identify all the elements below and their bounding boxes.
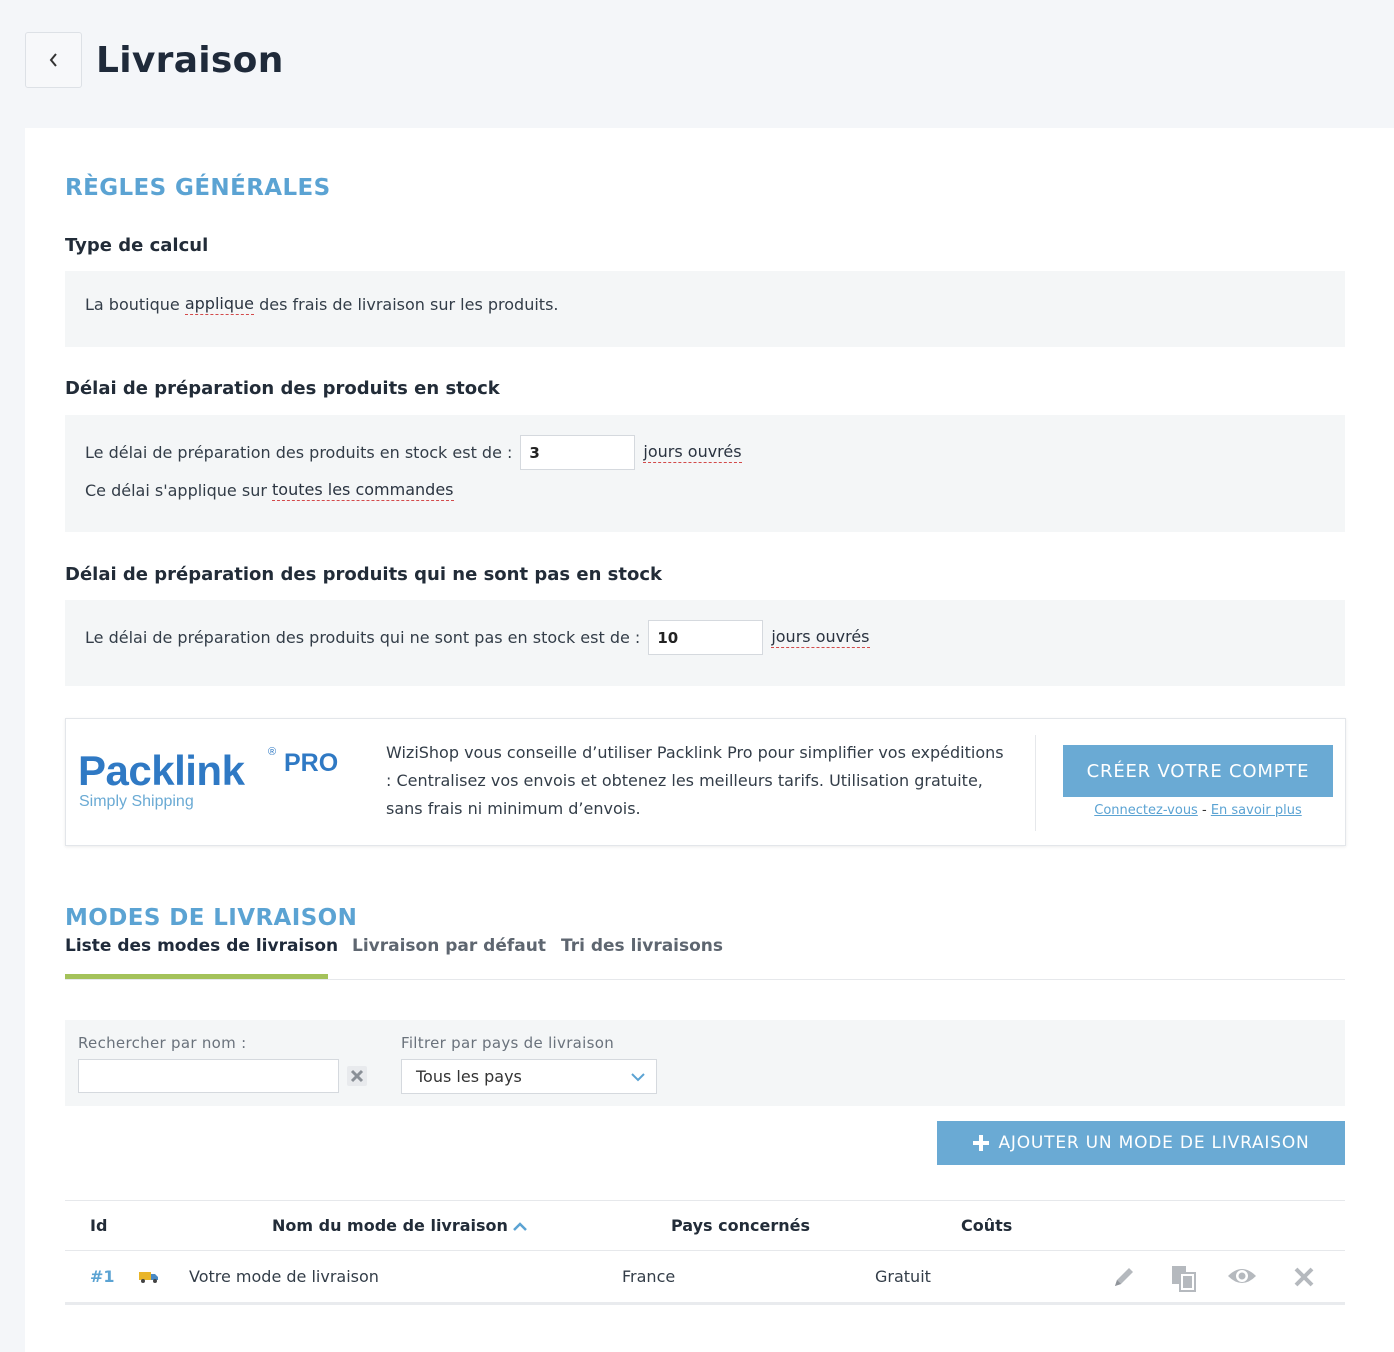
calc-type-text-after: des frais de livraison sur les produits. <box>259 295 559 314</box>
col-countries[interactable]: Pays concernés <box>671 1216 810 1235</box>
in-stock-label: Le délai de préparation des produits en … <box>85 443 513 462</box>
tab-delivery-sorting[interactable]: Tri des livraisons <box>561 936 723 956</box>
add-delivery-mode-button[interactable]: AJOUTER UN MODE DE LIVRAISON <box>937 1121 1345 1165</box>
back-button[interactable] <box>25 32 82 88</box>
out-stock-label: Le délai de préparation des produits qui… <box>85 628 641 647</box>
col-costs[interactable]: Coûts <box>961 1216 1012 1235</box>
in-stock-applies-link[interactable]: toutes les commandes <box>272 480 454 501</box>
packlink-description: WiziShop vous conseille d’utiliser Packl… <box>386 743 1004 818</box>
chevron-left-icon <box>49 53 57 67</box>
calc-type-line: La boutique applique des frais de livrai… <box>85 294 558 315</box>
packlink-logo: Packlink ® PRO Simply Shipping <box>78 743 348 818</box>
sort-asc-icon <box>513 1221 527 1231</box>
general-rules-title: RÈGLES GÉNÉRALES <box>65 175 331 201</box>
close-icon <box>347 1066 367 1086</box>
delete-button[interactable] <box>1293 1266 1315 1292</box>
packlink-logo-main: Packlink <box>78 747 245 794</box>
packlink-logo-reg: ® <box>268 746 277 758</box>
row-countries: France <box>622 1267 676 1286</box>
packlink-logo-pro: PRO <box>284 749 339 777</box>
calc-type-link[interactable]: applique <box>184 294 254 315</box>
eye-icon <box>1228 1269 1256 1283</box>
table-header: Id Nom du mode de livraison Pays concern… <box>65 1200 1345 1251</box>
row-costs: Gratuit <box>875 1267 931 1286</box>
out-stock-line: Le délai de préparation des produits qui… <box>85 620 870 655</box>
in-stock-applies-line: Ce délai s'applique sur toutes les comma… <box>85 480 454 501</box>
delivery-modes-title: MODES DE LIVRAISON <box>65 905 358 931</box>
clear-search-button[interactable] <box>345 1064 369 1088</box>
active-tab-indicator <box>65 974 328 979</box>
out-stock-box: Le délai de préparation des produits qui… <box>65 600 1345 686</box>
packlink-links: Connectez-vous - En savoir plus <box>1063 803 1333 818</box>
country-select-value: Tous les pays <box>416 1067 522 1086</box>
table-row: #1 Votre mode de livraison France Gratui… <box>65 1251 1345 1305</box>
plus-icon <box>973 1135 990 1151</box>
packlink-banner: Packlink ® PRO Simply Shipping WiziShop … <box>65 718 1346 846</box>
search-label: Rechercher par nom : <box>78 1034 247 1052</box>
col-name-label: Nom du mode de livraison <box>272 1216 508 1235</box>
in-stock-unit-link[interactable]: jours ouvrés <box>643 442 742 463</box>
in-stock-title: Délai de préparation des produits en sto… <box>65 378 500 399</box>
duplicate-button[interactable] <box>1170 1264 1198 1296</box>
edit-button[interactable] <box>1111 1264 1137 1294</box>
learn-more-link[interactable]: En savoir plus <box>1211 803 1302 818</box>
country-filter-label: Filtrer par pays de livraison <box>401 1034 615 1052</box>
row-id-link[interactable]: #1 <box>90 1267 115 1286</box>
packlink-logo-tagline: Simply Shipping <box>79 793 194 810</box>
out-stock-days-input[interactable] <box>648 620 764 655</box>
filter-panel: Rechercher par nom : Filtrer par pays de… <box>65 1020 1345 1106</box>
in-stock-box: Le délai de préparation des produits en … <box>65 415 1345 532</box>
preview-button[interactable] <box>1227 1264 1257 1292</box>
delivery-tabs: Liste des modes de livraison Livraison p… <box>65 936 1345 980</box>
out-stock-unit-link[interactable]: jours ouvrés <box>771 627 870 648</box>
col-name[interactable]: Nom du mode de livraison <box>272 1216 528 1235</box>
tab-default-delivery[interactable]: Livraison par défaut <box>352 936 546 956</box>
page-title: Livraison <box>96 39 284 81</box>
in-stock-applies-text: Ce délai s'applique sur <box>85 481 267 500</box>
in-stock-line: Le délai de préparation des produits en … <box>85 435 742 470</box>
page-header: Livraison <box>25 32 284 88</box>
close-icon <box>1294 1267 1314 1287</box>
out-stock-title: Délai de préparation des produits qui ne… <box>65 564 662 585</box>
settings-card: RÈGLES GÉNÉRALES Type de calcul La bouti… <box>25 128 1394 1352</box>
calc-type-text-before: La boutique <box>85 295 180 314</box>
truck-icon <box>138 1269 160 1288</box>
calc-type-title: Type de calcul <box>65 235 209 256</box>
chevron-down-icon <box>631 1073 645 1082</box>
create-account-button[interactable]: CRÉER VOTRE COMPTE <box>1063 745 1333 797</box>
packlink-divider <box>1035 735 1036 831</box>
calc-type-box: La boutique applique des frais de livrai… <box>65 271 1345 347</box>
row-name: Votre mode de livraison <box>189 1267 379 1286</box>
in-stock-days-input[interactable] <box>520 435 636 470</box>
add-delivery-mode-label: AJOUTER UN MODE DE LIVRAISON <box>998 1133 1310 1153</box>
links-separator: - <box>1201 803 1207 818</box>
tab-delivery-list[interactable]: Liste des modes de livraison <box>65 936 338 956</box>
col-id[interactable]: Id <box>90 1216 107 1235</box>
copy-icon <box>1172 1266 1196 1292</box>
delivery-modes-table: Id Nom du mode de livraison Pays concern… <box>65 1200 1345 1305</box>
pencil-icon <box>1115 1268 1133 1286</box>
country-select[interactable]: Tous les pays <box>401 1059 657 1094</box>
search-input[interactable] <box>78 1059 339 1093</box>
login-link[interactable]: Connectez-vous <box>1094 803 1198 818</box>
